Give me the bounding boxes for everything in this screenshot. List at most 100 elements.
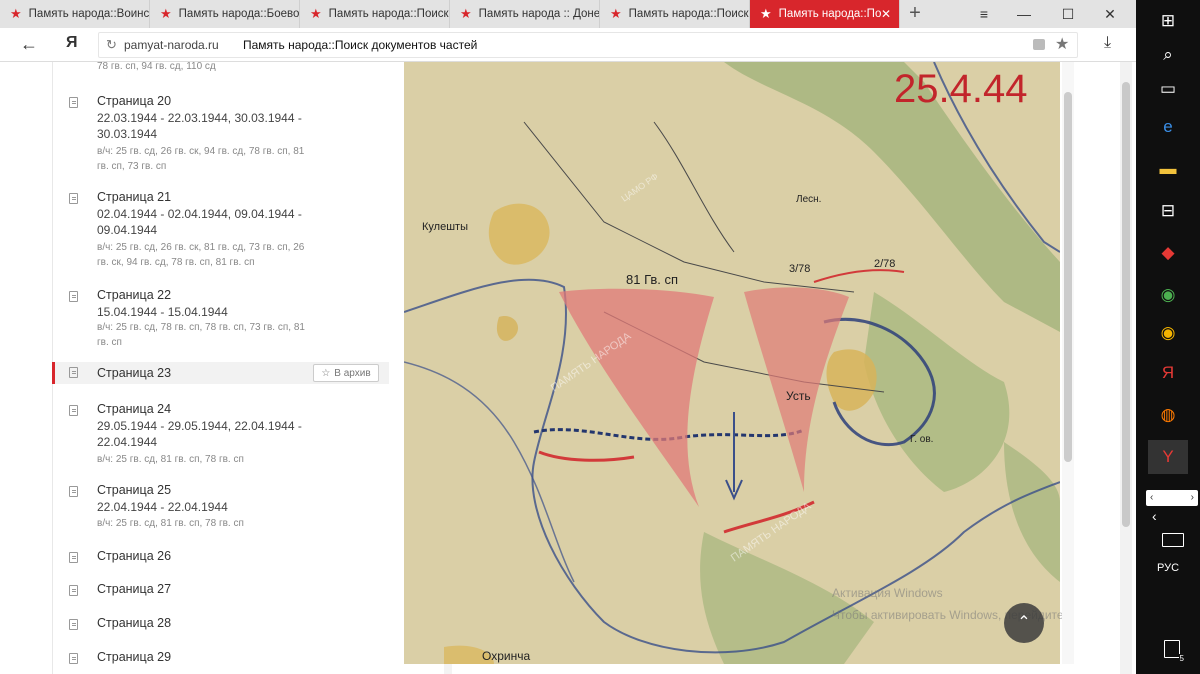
- tab-1[interactable]: ★ Память народа::Воинс: [0, 0, 150, 28]
- task-view-icon[interactable]: ▭: [1148, 72, 1188, 106]
- windows-icon[interactable]: ⊞: [1148, 4, 1188, 38]
- list-item[interactable]: Страница 29: [53, 650, 389, 668]
- close-window-button[interactable]: ✕: [1090, 0, 1130, 28]
- yandex-browser-icon[interactable]: Y: [1148, 440, 1188, 474]
- firefox-icon[interactable]: ◍: [1148, 398, 1188, 432]
- chrome-icon[interactable]: ◉: [1148, 278, 1188, 312]
- item-dates: 22.04.1944 - 22.04.1944: [97, 500, 228, 514]
- item-units: в/ч: 25 гв. сд, 81 гв. сп, 78 гв. сп: [97, 518, 244, 529]
- map-label-kuleshty: Кулешты: [422, 221, 468, 233]
- list-item[interactable]: Страница 26: [53, 549, 389, 567]
- chevron-up-icon: ⌃: [1017, 614, 1031, 631]
- item-title: Страница 27: [97, 582, 172, 596]
- page-title: Память народа::Поиск документов частей: [243, 38, 478, 52]
- item-dates: 29.05.1944 - 29.05.1944, 22.04.1944 - 22…: [97, 419, 302, 449]
- document-icon: [69, 585, 78, 596]
- tab-5[interactable]: ★ Память народа::Поиск: [600, 0, 750, 28]
- menu-icon[interactable]: ≡: [964, 0, 1004, 28]
- download-icon[interactable]: ⤓: [1104, 34, 1111, 52]
- reload-icon[interactable]: ↻: [106, 37, 117, 53]
- document-icon: [69, 193, 78, 204]
- address-bar: ← Я ↻ pamyat-naroda.ru Память народа::По…: [0, 28, 1136, 62]
- maximize-button[interactable]: ☐: [1048, 0, 1088, 28]
- list-item-active[interactable]: Страница 23 ☆ В архив: [52, 362, 389, 384]
- document-icon: [69, 367, 78, 378]
- notification-icon[interactable]: 5: [1164, 640, 1185, 663]
- star-icon: ★: [610, 6, 622, 21]
- item-dates: 15.04.1944 - 15.04.1944: [97, 305, 228, 319]
- tab-2[interactable]: ★ Память народа::Боево: [150, 0, 300, 28]
- tab-title: Память народа::Боево: [178, 8, 299, 20]
- item-title: Страница 29: [97, 650, 172, 664]
- star-icon: ★: [760, 6, 772, 21]
- list-item[interactable]: Страница 27: [53, 582, 389, 600]
- map-label-gv: Г. ов.: [910, 434, 933, 445]
- bookmark-star-icon[interactable]: ★: [1055, 34, 1069, 54]
- document-icon: [69, 619, 78, 630]
- star-icon: ★: [310, 6, 322, 21]
- star-outline-icon: ☆: [321, 367, 331, 379]
- list-item[interactable]: Страница 20 22.03.1944 - 22.03.1944, 30.…: [53, 94, 389, 184]
- map-date-stamp: 25.4.44: [894, 67, 1027, 111]
- lock-icon[interactable]: [1033, 39, 1045, 50]
- chevron-left-icon[interactable]: ‹: [1150, 490, 1153, 506]
- chevron-left-icon[interactable]: ‹: [1152, 508, 1157, 524]
- store-icon[interactable]: ⊟: [1148, 194, 1188, 228]
- keyboard-icon[interactable]: [1162, 533, 1184, 547]
- page-list: 78 гв. сп, 94 гв. сд, 110 сд Страница 20…: [52, 62, 452, 674]
- tab-title: Память народа :: Доне: [478, 8, 599, 20]
- list-item[interactable]: Страница 24 29.05.1944 - 29.05.1944, 22.…: [53, 402, 389, 472]
- item-title: Страница 22: [97, 288, 172, 302]
- tab-title: Память народа::Поиск: [778, 8, 881, 20]
- item-dates: 22.03.1944 - 22.03.1944, 30.03.1944 - 30…: [97, 111, 302, 141]
- app-icon[interactable]: ◆: [1148, 236, 1188, 270]
- document-icon: [69, 405, 78, 416]
- yandex-icon[interactable]: Я: [66, 34, 78, 52]
- language-indicator[interactable]: РУС: [1136, 562, 1200, 574]
- item-dates: 02.04.1944 - 02.04.1944, 09.04.1944 - 09…: [97, 207, 302, 237]
- map-label-village: Охринча: [482, 649, 530, 663]
- item-units: в/ч: 25 гв. сд, 81 гв. сп, 78 гв. сп: [97, 454, 244, 465]
- document-icon: [69, 653, 78, 664]
- chrome-canary-icon[interactable]: ◉: [1148, 316, 1188, 350]
- minimize-button[interactable]: —: [1004, 0, 1044, 28]
- tab-6-active[interactable]: ★ Память народа::Поиск✕: [750, 0, 900, 28]
- tab-3[interactable]: ★ Память народа::Поиск: [300, 0, 450, 28]
- document-icon: [69, 486, 78, 497]
- scroll-up-button[interactable]: ⌃: [1004, 603, 1044, 643]
- new-tab-button[interactable]: +: [900, 0, 930, 28]
- tab-title: Память народа::Поиск: [328, 8, 449, 20]
- page-scrollbar-thumb[interactable]: [1122, 82, 1130, 527]
- item-title: Страница 21: [97, 190, 172, 204]
- map-label-forest: Лесн.: [796, 194, 821, 205]
- add-to-archive-button[interactable]: ☆ В архив: [313, 364, 379, 382]
- yandex-icon[interactable]: Я: [1148, 356, 1188, 390]
- document-icon: [69, 97, 78, 108]
- active-marker: [52, 362, 55, 384]
- tab-title: Память народа::Поиск: [628, 8, 749, 20]
- list-item[interactable]: Страница 21 02.04.1944 - 02.04.1944, 09.…: [53, 190, 389, 280]
- list-item[interactable]: Страница 28: [53, 616, 389, 634]
- item-title: Страница 28: [97, 616, 172, 630]
- url-domain: pamyat-naroda.ru: [124, 38, 219, 52]
- item-title: Страница 24: [97, 402, 172, 416]
- map-label-278: 2/78: [874, 258, 895, 270]
- viewer-scrollbar-thumb[interactable]: [1064, 92, 1072, 462]
- document-viewer[interactable]: 25.4.44 81 Гв. сп Усть Охринча Кулешты Л…: [404, 62, 1060, 664]
- tab-4[interactable]: ★ Память народа :: Доне: [450, 0, 600, 28]
- list-item[interactable]: Страница 25 22.04.1944 - 22.04.1944 в/ч:…: [53, 483, 389, 533]
- explorer-icon[interactable]: ▬: [1148, 152, 1188, 186]
- tray-scroll-arrows[interactable]: ‹ ›: [1146, 490, 1198, 506]
- star-icon: ★: [160, 6, 172, 21]
- map-archive-mark: ЦАМО РФ: [619, 171, 660, 204]
- star-icon: ★: [10, 6, 22, 21]
- edge-icon[interactable]: e: [1148, 110, 1188, 144]
- item-units: в/ч: 25 гв. сд, 26 гв. ск, 94 гв. сд, 78…: [97, 146, 305, 172]
- item-title: Страница 20: [97, 94, 172, 108]
- list-item[interactable]: Страница 22 15.04.1944 - 15.04.1944 в/ч:…: [53, 288, 389, 358]
- chevron-right-icon[interactable]: ›: [1191, 490, 1194, 506]
- map-label-unit: 81 Гв. сп: [626, 272, 678, 287]
- search-icon[interactable]: ⌕: [1148, 38, 1188, 72]
- close-icon[interactable]: ✕: [881, 7, 891, 21]
- arrow-left-icon[interactable]: ←: [20, 34, 38, 55]
